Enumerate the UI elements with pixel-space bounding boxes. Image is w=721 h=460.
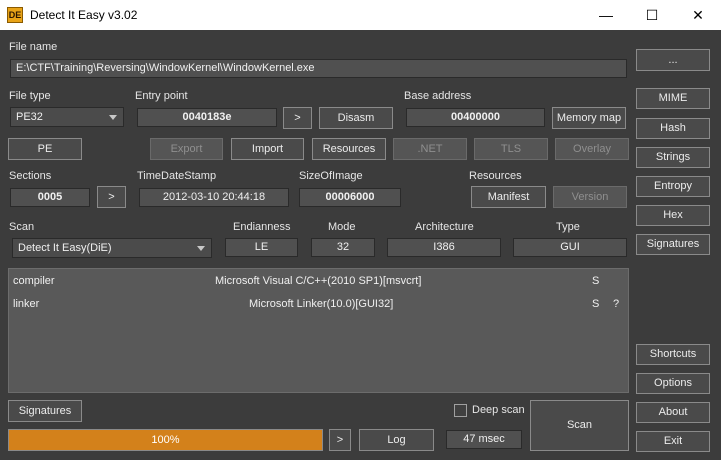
scan-progress-bar: 100% xyxy=(8,429,323,451)
maximize-button[interactable]: ☐ xyxy=(629,0,675,30)
scan-results-list: compiler Microsoft Visual C/C++(2010 SP1… xyxy=(8,268,629,393)
timestamp-field[interactable]: 2012-03-10 20:44:18 xyxy=(139,188,289,207)
file-type-label: File type xyxy=(9,90,51,102)
resources-button[interactable]: Resources xyxy=(312,138,386,160)
title-bar: DE Detect It Easy v3.02 — ☐ ✕ xyxy=(0,0,721,30)
entry-point-field[interactable]: 0040183e xyxy=(137,108,277,127)
progress-go-button[interactable]: > xyxy=(329,429,351,451)
type-field[interactable]: GUI xyxy=(513,238,627,257)
sections-field[interactable]: 0005 xyxy=(10,188,90,207)
scan-time-field: 47 msec xyxy=(446,430,522,449)
type-label: Type xyxy=(556,221,580,233)
result-name: Microsoft Visual C/C++(2010 SP1)[msvcrt] xyxy=(215,275,422,287)
result-row[interactable]: linker Microsoft Linker(10.0)[GUI32] S ? xyxy=(9,294,628,314)
manifest-button[interactable]: Manifest xyxy=(471,186,546,208)
options-button[interactable]: Options xyxy=(636,373,710,394)
log-button[interactable]: Log xyxy=(359,429,434,451)
result-s-flag[interactable]: S xyxy=(592,298,599,310)
timestamp-label: TimeDateStamp xyxy=(137,170,217,182)
size-of-image-label: SizeOfImage xyxy=(299,170,363,182)
result-s-flag[interactable]: S xyxy=(592,275,599,287)
tls-button[interactable]: TLS xyxy=(474,138,548,160)
memory-map-button[interactable]: Memory map xyxy=(552,107,626,129)
chevron-down-icon xyxy=(109,115,117,120)
resources-label: Resources xyxy=(469,170,522,182)
architecture-field[interactable]: I386 xyxy=(387,238,501,257)
minimize-button[interactable]: — xyxy=(583,0,629,30)
size-of-image-field[interactable]: 00006000 xyxy=(299,188,401,207)
entry-point-label: Entry point xyxy=(135,90,188,102)
architecture-label: Architecture xyxy=(415,221,474,233)
entry-point-go-button[interactable]: > xyxy=(283,107,312,129)
about-button[interactable]: About xyxy=(636,402,710,423)
base-address-label: Base address xyxy=(404,90,472,102)
mode-field[interactable]: 32 xyxy=(311,238,375,257)
overlay-button[interactable]: Overlay xyxy=(555,138,629,160)
scan-button[interactable]: Scan xyxy=(530,400,629,451)
main-panel: File name E:\CTF\Training\Reversing\Wind… xyxy=(0,30,721,460)
result-name: Microsoft Linker(10.0)[GUI32] xyxy=(249,298,394,310)
app-logo-icon: DE xyxy=(7,7,23,23)
mode-label: Mode xyxy=(328,221,356,233)
result-kind: compiler xyxy=(13,275,55,287)
browse-button[interactable]: ... xyxy=(636,49,710,71)
deep-scan-label: Deep scan xyxy=(472,404,525,416)
sections-go-button[interactable]: > xyxy=(97,186,126,208)
file-type-value: PE32 xyxy=(16,111,43,123)
strings-button[interactable]: Strings xyxy=(636,147,710,168)
disasm-button[interactable]: Disasm xyxy=(319,107,393,129)
shortcuts-button[interactable]: Shortcuts xyxy=(636,344,710,365)
deep-scan-checkbox[interactable] xyxy=(454,404,467,417)
sections-label: Sections xyxy=(9,170,52,182)
scan-label: Scan xyxy=(9,221,35,233)
base-address-field[interactable]: 00400000 xyxy=(406,108,545,127)
pe-button[interactable]: PE xyxy=(8,138,82,160)
signatures-side-button[interactable]: Signatures xyxy=(636,234,710,255)
entropy-button[interactable]: Entropy xyxy=(636,176,710,197)
file-name-label: File name xyxy=(9,41,58,53)
scan-engine-select[interactable]: Detect It Easy(DiE) xyxy=(12,238,212,258)
chevron-down-icon xyxy=(197,246,205,251)
signatures-button[interactable]: Signatures xyxy=(8,400,82,422)
window-title: Detect It Easy v3.02 xyxy=(30,8,138,22)
net-button[interactable]: .NET xyxy=(393,138,467,160)
result-row[interactable]: compiler Microsoft Visual C/C++(2010 SP1… xyxy=(9,271,628,291)
close-button[interactable]: ✕ xyxy=(675,0,721,30)
endianness-field[interactable]: LE xyxy=(225,238,298,257)
hex-button[interactable]: Hex xyxy=(636,205,710,226)
mime-button[interactable]: MIME xyxy=(636,88,710,109)
file-type-select[interactable]: PE32 xyxy=(10,107,124,127)
result-kind: linker xyxy=(13,298,40,310)
hash-button[interactable]: Hash xyxy=(636,118,710,139)
import-button[interactable]: Import xyxy=(231,138,304,160)
endianness-label: Endianness xyxy=(233,221,291,233)
file-path-field[interactable]: E:\CTF\Training\Reversing\WindowKernel\W… xyxy=(10,59,627,78)
export-button[interactable]: Export xyxy=(150,138,223,160)
result-info-flag[interactable]: ? xyxy=(613,298,619,310)
scan-engine-value: Detect It Easy(DiE) xyxy=(18,242,112,254)
exit-button[interactable]: Exit xyxy=(636,431,710,452)
version-button[interactable]: Version xyxy=(553,186,627,208)
